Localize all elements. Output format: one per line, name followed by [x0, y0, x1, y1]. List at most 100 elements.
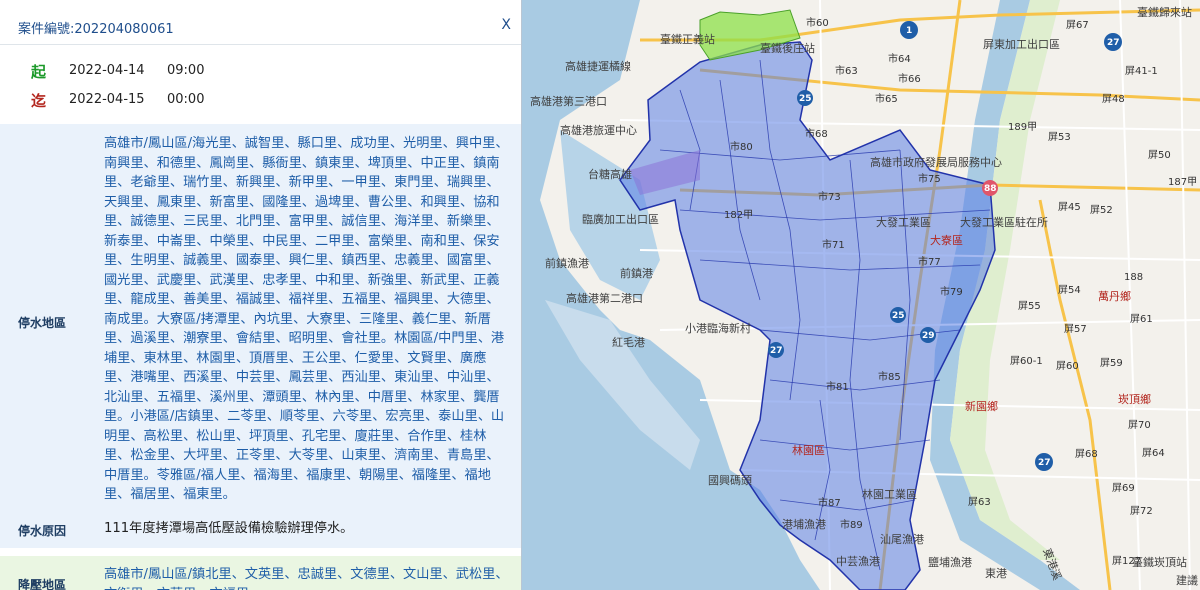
end-time: 00:00 — [167, 92, 205, 107]
pressure-area-label: 降壓地區 — [18, 578, 67, 590]
highway-number: 29 — [922, 331, 935, 341]
outage-area-section: 停水地區 高雄市/鳳山區/海光里、誠智里、縣口里、成功里、光明里、興中里、南興里… — [0, 124, 521, 516]
start-time: 09:00 — [167, 63, 205, 78]
road-label: 188 — [1124, 272, 1143, 283]
map-label: 小港臨海新村 — [685, 321, 751, 335]
map-label: 臨廣加工出口區 — [582, 212, 659, 226]
map-label: 臺鐵後庄站 — [760, 41, 815, 55]
map-label: 臺鐵歸來站 — [1137, 5, 1192, 19]
pressure-area-text: 高雄市/鳳山區/鎮北里、文英里、忠誠里、文德里、文山里、武松里、文衡里、文華里、… — [104, 567, 509, 590]
road-label: 屏70 — [1128, 419, 1151, 431]
map-label: 中芸漁港 — [836, 554, 880, 568]
road-label: 屏68 — [1075, 448, 1098, 460]
start-date: 2022-04-14 — [69, 63, 145, 78]
road-label: 屏50 — [1148, 149, 1171, 161]
road-label: 市77 — [918, 255, 941, 268]
close-button[interactable]: X — [501, 17, 511, 33]
map-label: 屏東加工出口區 — [983, 37, 1060, 51]
road-label: 屏61 — [1130, 313, 1153, 325]
map-label: 臺鐵正義站 — [660, 32, 715, 46]
road-label: 屏48 — [1102, 93, 1125, 105]
road-label: 市63 — [835, 64, 858, 77]
road-label: 屏55 — [1018, 300, 1041, 312]
road-label: 屏59 — [1100, 357, 1123, 369]
road-label: 市65 — [875, 92, 898, 105]
road-label: 屏67 — [1066, 19, 1089, 31]
road-label: 屏45 — [1058, 201, 1081, 213]
reason-section: 停水原因 111年度拷潭場高低壓設備檢驗辦理停水。 — [0, 516, 521, 548]
case-number: 案件編號:202204080061 — [18, 22, 174, 37]
road-label: 市81 — [826, 380, 849, 393]
start-label: 起 — [31, 63, 47, 81]
road-label: 市60 — [806, 16, 829, 29]
map-label: 新園鄉 — [965, 399, 998, 413]
map-label: 大發工業區駐在所 — [960, 215, 1048, 229]
road-label: 市79 — [940, 285, 963, 298]
map-label: 崁頂鄉 — [1118, 393, 1151, 406]
map-label: 港埔漁港 — [782, 517, 826, 531]
road-label: 屏54 — [1058, 284, 1081, 296]
road-label: 市71 — [822, 238, 845, 251]
road-label: 市80 — [730, 140, 753, 153]
road-label: 屏60 — [1056, 360, 1079, 372]
outage-area-label: 停水地區 — [18, 316, 67, 330]
road-label: 市66 — [898, 72, 921, 85]
map-label: 萬丹鄉 — [1098, 290, 1131, 303]
map-label: 林園工業區 — [862, 487, 917, 501]
road-label: 市64 — [888, 52, 911, 65]
map-label: 林園區 — [792, 443, 825, 457]
road-label: 屏53 — [1048, 131, 1071, 143]
road-label: 市73 — [818, 190, 841, 203]
outage-area-text: 高雄市/鳳山區/海光里、誠智里、縣口里、成功里、光明里、興中里、南興里、和德里、… — [104, 136, 509, 502]
panel-header: 案件編號:202204080061 X — [0, 0, 521, 45]
case-info-panel: 案件編號:202204080061 X 起 2022-04-14 09:00 迄… — [0, 0, 522, 590]
map-label: 大寮區 — [930, 233, 963, 247]
map-label: 高雄捷運橘線 — [565, 59, 631, 73]
road-label: 市75 — [918, 172, 941, 185]
road-label: 182甲 — [724, 210, 753, 221]
road-label: 屏63 — [968, 496, 991, 508]
road-label: 187甲 — [1168, 177, 1197, 188]
map-label: 東港 — [985, 567, 1007, 580]
highway-number: 88 — [984, 184, 997, 194]
highway-number: 1 — [906, 26, 912, 36]
start-row: 起 2022-04-14 09:00 — [0, 55, 521, 84]
map-label: 前鎮港 — [620, 266, 653, 280]
road-label: 屏64 — [1142, 447, 1165, 459]
map-label: 台糖高雄 — [588, 167, 632, 181]
road-label: 屏57 — [1064, 323, 1087, 335]
highway-number: 27 — [1038, 458, 1051, 468]
map-label: 紅毛港 — [612, 336, 645, 349]
map-label: 汕尾漁港 — [880, 532, 924, 546]
road-label: 屏72 — [1130, 505, 1153, 517]
pressure-area-section: 降壓地區 高雄市/鳳山區/鎮北里、文英里、忠誠里、文德里、文山里、武松里、文衡里… — [0, 556, 521, 590]
map-label: 高雄港第三港口 — [530, 94, 607, 108]
map-label: 前鎮漁港 — [545, 256, 589, 270]
map-label: 高雄港旅運中心 — [560, 123, 637, 137]
reason-text: 111年度拷潭場高低壓設備檢驗辦理停水。 — [104, 521, 354, 536]
road-label: 屏60-1 — [1010, 355, 1043, 367]
end-row: 迄 2022-04-15 00:00 — [0, 84, 521, 113]
road-label: 屏69 — [1112, 482, 1135, 494]
road-label: 189甲 — [1008, 122, 1037, 133]
map-label: 國興碼頭 — [708, 474, 752, 487]
road-label: 屏52 — [1090, 204, 1113, 216]
highway-number: 27 — [1107, 38, 1120, 48]
road-label: 市89 — [840, 518, 863, 531]
highway-number: 27 — [770, 346, 783, 356]
road-label: 屏41-1 — [1125, 65, 1158, 77]
map-label: 建議 — [1176, 573, 1198, 587]
road-label: 市68 — [805, 127, 828, 140]
highway-number: 25 — [799, 94, 812, 104]
highway-number: 25 — [892, 311, 905, 321]
map-label: 大發工業區 — [876, 215, 931, 229]
end-label: 迄 — [31, 92, 47, 110]
map-label: 高雄市政府發展局服務中心 — [870, 155, 1002, 169]
road-label: 屏127 — [1112, 555, 1141, 567]
map-label: 高雄港第二港口 — [566, 291, 643, 305]
road-label: 市87 — [818, 496, 841, 509]
reason-label: 停水原因 — [18, 524, 67, 538]
end-date: 2022-04-15 — [69, 92, 145, 107]
date-range: 起 2022-04-14 09:00 迄 2022-04-15 00:00 — [0, 45, 521, 119]
road-label: 市85 — [878, 370, 901, 383]
